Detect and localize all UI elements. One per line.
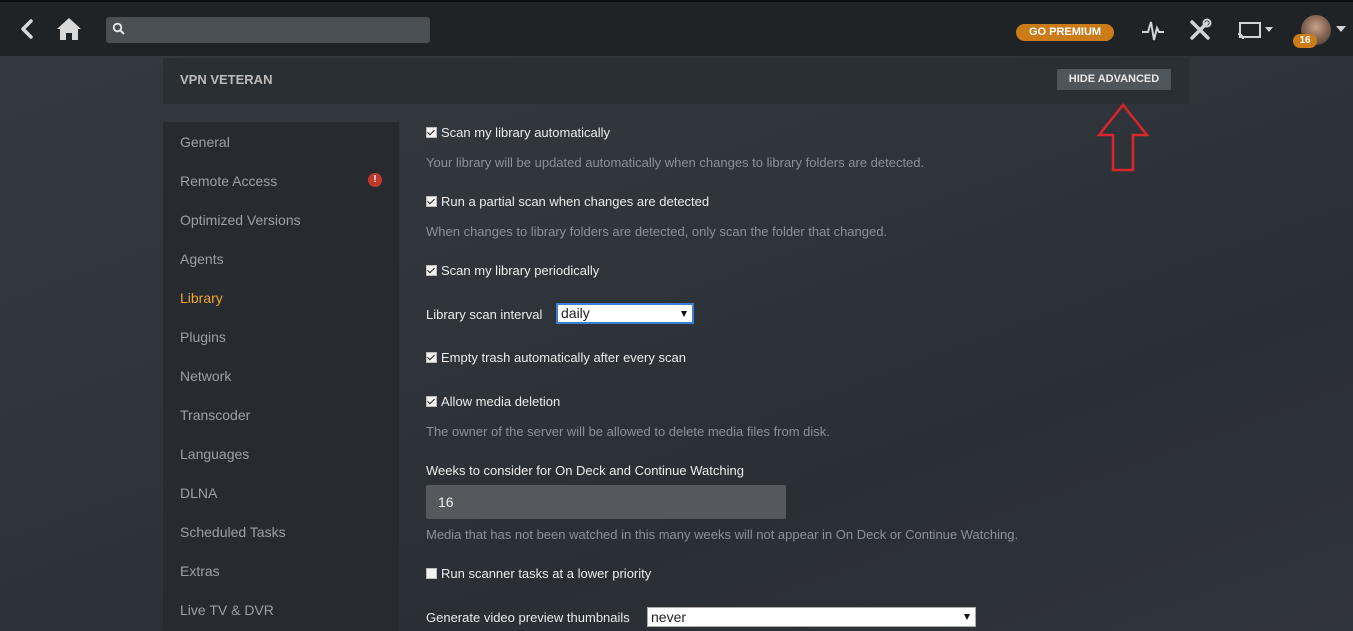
allow-deletion-checkbox[interactable] bbox=[426, 395, 437, 407]
setting-partial-scan[interactable]: Run a partial scan when changes are dete… bbox=[426, 194, 709, 209]
sidebar-item-dlna[interactable]: DLNA bbox=[180, 485, 217, 501]
low-priority-checkbox[interactable] bbox=[426, 567, 437, 579]
setting-help: Media that has not been watched in this … bbox=[426, 527, 1019, 542]
select-value: daily bbox=[561, 305, 590, 321]
setting-label: Run scanner tasks at a lower priority bbox=[441, 566, 652, 581]
sidebar-item-plugins[interactable]: Plugins bbox=[180, 329, 226, 345]
setting-label: Weeks to consider for On Deck and Contin… bbox=[426, 463, 744, 478]
setting-allow-deletion[interactable]: Allow media deletion bbox=[426, 394, 560, 409]
scan-periodic-checkbox[interactable] bbox=[426, 264, 437, 276]
chevron-down-icon bbox=[964, 614, 970, 620]
setting-label: Scan my library automatically bbox=[441, 125, 611, 140]
setting-label: Generate video preview thumbnails bbox=[426, 610, 630, 625]
alert-icon: ! bbox=[368, 173, 382, 187]
sidebar-item-languages[interactable]: Languages bbox=[180, 446, 249, 462]
setting-low-priority[interactable]: Run scanner tasks at a lower priority bbox=[426, 566, 651, 581]
chevron-down-icon bbox=[681, 311, 687, 317]
settings-sidebar: General Remote Access ! Optimized Versio… bbox=[163, 122, 399, 631]
sidebar-item-network[interactable]: Network bbox=[180, 368, 231, 384]
sidebar-item-transcoder[interactable]: Transcoder bbox=[180, 407, 250, 423]
weeks-on-deck-input[interactable]: 16 bbox=[426, 485, 786, 519]
scan-auto-checkbox[interactable] bbox=[426, 126, 437, 138]
setting-label: Library scan interval bbox=[426, 307, 543, 322]
setting-label: Allow media deletion bbox=[441, 394, 561, 409]
notification-badge: 16 bbox=[1293, 34, 1317, 48]
search-icon bbox=[112, 22, 125, 35]
sidebar-item-agents[interactable]: Agents bbox=[180, 251, 224, 267]
server-name: VPN VETERAN bbox=[180, 72, 273, 87]
search-input[interactable] bbox=[106, 17, 430, 43]
sidebar-item-general[interactable]: General bbox=[180, 134, 230, 150]
video-thumbnails-select[interactable]: never bbox=[647, 607, 976, 627]
activity-icon[interactable] bbox=[1140, 17, 1166, 43]
setting-scan-auto[interactable]: Scan my library automatically bbox=[426, 125, 610, 140]
sidebar-item-scheduled-tasks[interactable]: Scheduled Tasks bbox=[180, 524, 286, 540]
tools-icon[interactable] bbox=[1187, 17, 1213, 43]
home-icon[interactable] bbox=[55, 15, 83, 43]
scan-interval-select[interactable]: daily bbox=[556, 303, 694, 324]
setting-label: Scan my library periodically bbox=[441, 263, 600, 278]
sidebar-item-live-tv-dvr[interactable]: Live TV & DVR bbox=[180, 602, 274, 618]
go-premium-button[interactable]: GO PREMIUM bbox=[1016, 24, 1114, 41]
setting-label: Run a partial scan when changes are dete… bbox=[441, 194, 710, 209]
annotation-arrow-icon bbox=[1097, 103, 1149, 172]
setting-scan-periodic[interactable]: Scan my library periodically bbox=[426, 263, 599, 278]
sidebar-item-remote-access[interactable]: Remote Access bbox=[180, 173, 277, 189]
setting-help: When changes to library folders are dete… bbox=[426, 224, 888, 239]
sidebar-item-library[interactable]: Library bbox=[180, 290, 223, 306]
chevron-down-icon[interactable] bbox=[1336, 26, 1346, 32]
server-header: VPN VETERAN HIDE ADVANCED bbox=[163, 58, 1189, 104]
setting-label: Empty trash automatically after every sc… bbox=[441, 350, 686, 365]
cast-icon[interactable] bbox=[1237, 17, 1277, 43]
setting-help: Your library will be updated automatical… bbox=[426, 155, 925, 170]
sidebar-item-optimized-versions[interactable]: Optimized Versions bbox=[180, 212, 301, 228]
hide-advanced-button[interactable]: HIDE ADVANCED bbox=[1057, 69, 1171, 90]
sidebar-item-extras[interactable]: Extras bbox=[180, 563, 220, 579]
top-bar: GO PREMIUM 16 bbox=[0, 0, 1353, 56]
setting-empty-trash[interactable]: Empty trash automatically after every sc… bbox=[426, 350, 686, 365]
select-value: never bbox=[651, 609, 687, 625]
partial-scan-checkbox[interactable] bbox=[426, 195, 437, 207]
empty-trash-checkbox[interactable] bbox=[426, 351, 437, 363]
setting-help: The owner of the server will be allowed … bbox=[426, 424, 830, 439]
back-icon[interactable] bbox=[15, 16, 41, 42]
